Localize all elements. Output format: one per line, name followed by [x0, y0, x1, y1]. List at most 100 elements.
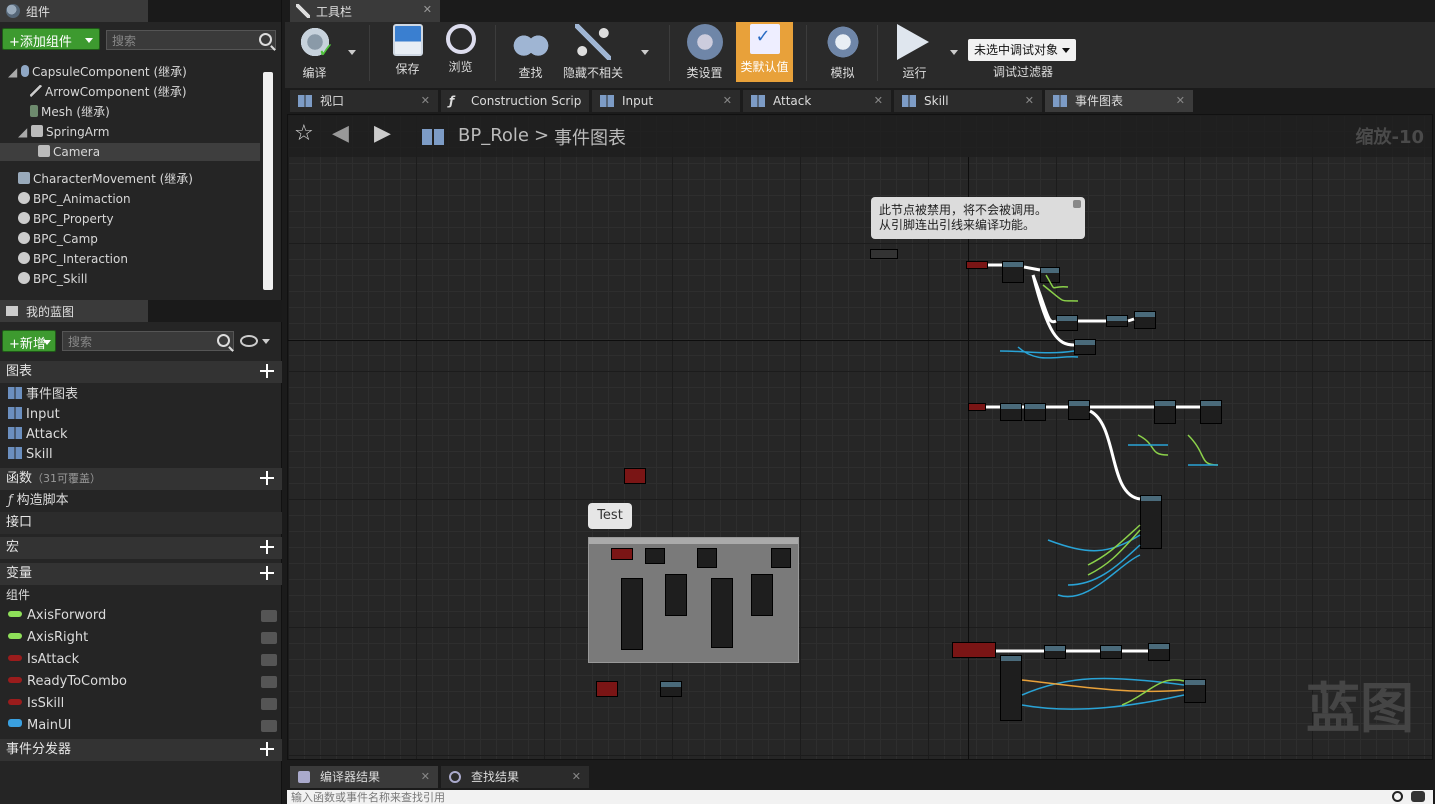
tree-item-mesh[interactable]: Mesh (继承)	[30, 103, 110, 121]
play-options-chevron-icon[interactable]	[950, 50, 958, 55]
graph-item-eventgraph[interactable]: 事件图表	[0, 385, 282, 405]
tab-components[interactable]: 组件	[0, 0, 148, 22]
blueprint-node[interactable]	[711, 578, 733, 648]
compile-button[interactable]: ✓ 编译	[287, 22, 342, 82]
macros-category[interactable]: 宏	[0, 537, 282, 559]
simulate-button[interactable]: 模拟	[815, 22, 870, 82]
class-settings-button[interactable]: 类设置	[677, 22, 732, 82]
camera-icon	[38, 145, 50, 157]
variable-row[interactable]: ReadyToCombo	[0, 672, 282, 692]
close-icon[interactable]: ✕	[423, 3, 432, 16]
visibility-eye-icon[interactable]	[261, 610, 277, 622]
variable-name: ReadyToCombo	[27, 674, 127, 689]
variable-row[interactable]: MainUI	[0, 716, 282, 736]
close-icon[interactable]: ✕	[1025, 90, 1034, 112]
hide-unrelated-options-chevron-icon[interactable]	[641, 50, 649, 55]
doc-tab-input[interactable]: Input ✕	[592, 90, 740, 112]
close-icon[interactable]: ✕	[723, 90, 732, 112]
event-graph-canvas[interactable]: ☆ ◀ ▶ BP_Role > 事件图表 缩放-10 此节点被禁用，将不会被调用…	[287, 114, 1433, 760]
variable-row[interactable]: IsAttack	[0, 650, 282, 670]
hide-unrelated-button[interactable]: 隐藏不相关	[557, 22, 629, 82]
close-icon[interactable]: ✕	[874, 90, 883, 112]
add-component-button[interactable]: +添加组件	[2, 28, 100, 50]
dispatchers-category[interactable]: 事件分发器	[0, 739, 282, 761]
visibility-eye-icon[interactable]	[261, 632, 277, 644]
play-button[interactable]: 运行	[887, 22, 942, 82]
tab-toolbar[interactable]: 工具栏 ✕	[290, 0, 440, 22]
add-function-plus-icon[interactable]	[260, 471, 274, 485]
blueprint-node[interactable]	[660, 681, 682, 697]
tree-item-bpc-camp[interactable]: BPC_Camp	[18, 230, 98, 248]
comment-title-bubble[interactable]: Test	[588, 503, 632, 529]
tree-item-bpc-anim[interactable]: BPC_Animaction	[18, 190, 131, 208]
graph-item-input[interactable]: Input	[0, 405, 282, 425]
doc-tab-viewport[interactable]: 视口 ✕	[290, 90, 438, 112]
components-search-input[interactable]: 搜索	[106, 30, 276, 50]
variable-row[interactable]: AxisRight	[0, 628, 282, 648]
tab-my-blueprint[interactable]: 我的蓝图	[0, 300, 148, 322]
doc-tab-skill[interactable]: Skill ✕	[894, 90, 1042, 112]
viewport-icon	[298, 95, 312, 107]
blueprint-node[interactable]	[611, 548, 633, 560]
variable-row[interactable]: AxisForword	[0, 606, 282, 626]
tree-item-charmove[interactable]: CharacterMovement (继承)	[18, 170, 193, 188]
event-node[interactable]	[596, 681, 618, 697]
doc-tab-eventgraph[interactable]: 事件图表 ✕	[1045, 90, 1193, 112]
blueprint-node[interactable]	[771, 548, 791, 568]
new-button[interactable]: +新增	[2, 330, 56, 352]
event-node[interactable]	[624, 468, 646, 484]
comment-box[interactable]	[588, 537, 799, 663]
add-graph-plus-icon[interactable]	[260, 364, 274, 378]
close-icon[interactable]: ✕	[1176, 90, 1185, 112]
myblueprint-search-input[interactable]: 搜索	[62, 331, 234, 351]
visibility-eye-icon[interactable]	[261, 698, 277, 710]
add-dispatcher-plus-icon[interactable]	[260, 742, 274, 756]
tree-item-capsule[interactable]: ◢ CapsuleComponent (继承)	[8, 63, 187, 81]
variables-category[interactable]: 变量	[0, 563, 282, 585]
visibility-eye-icon[interactable]	[261, 676, 277, 688]
functions-category[interactable]: 函数（31可覆盖）	[0, 468, 282, 490]
tree-item-bpc-inter[interactable]: BPC_Interaction	[18, 250, 128, 268]
visibility-eye-icon[interactable]	[261, 654, 277, 666]
tree-item-springarm[interactable]: ◢ SpringArm	[18, 123, 109, 141]
graph-item-attack[interactable]: Attack	[0, 425, 282, 445]
find-button[interactable]: 查找	[503, 22, 558, 82]
doc-tab-attack[interactable]: Attack ✕	[743, 90, 891, 112]
components-tabbar: 组件	[0, 0, 281, 22]
graphs-category[interactable]: 图表	[0, 361, 282, 383]
tree-item-arrow[interactable]: ArrowComponent (继承)	[30, 83, 187, 101]
variables-components-subheader[interactable]: 组件	[0, 585, 282, 605]
close-icon[interactable]: ✕	[421, 766, 430, 788]
browse-button[interactable]: 浏览	[433, 22, 488, 82]
interfaces-category[interactable]: 接口	[0, 512, 282, 534]
tree-item-camera[interactable]: Camera	[0, 143, 260, 161]
compile-options-chevron-icon[interactable]	[348, 50, 356, 55]
blueprint-node[interactable]	[621, 578, 643, 650]
tree-item-bpc-skill[interactable]: BPC_Skill	[18, 270, 87, 288]
blueprint-node[interactable]	[697, 548, 717, 568]
add-variable-plus-icon[interactable]	[260, 566, 274, 580]
variable-row[interactable]: IsSkill	[0, 694, 282, 714]
blueprint-node[interactable]	[665, 574, 687, 616]
save-button[interactable]: 保存	[380, 22, 435, 82]
function-item-construction[interactable]: ƒ 构造脚本	[0, 491, 282, 511]
blueprint-node[interactable]	[751, 574, 773, 616]
tree-item-bpc-prop[interactable]: BPC_Property	[18, 210, 114, 228]
add-macro-plus-icon[interactable]	[260, 540, 274, 554]
chevron-down-icon[interactable]	[262, 339, 270, 344]
blueprint-node[interactable]	[645, 548, 665, 564]
visibility-eye-icon[interactable]	[261, 720, 277, 732]
class-defaults-button[interactable]: ✓ 类默认值	[736, 22, 793, 82]
graph-item-skill[interactable]: Skill	[0, 445, 282, 465]
doc-tab-construction[interactable]: ƒ Construction Scrip	[441, 90, 589, 112]
find-results-search-input[interactable]: 输入函数或事件名称来查找引用	[287, 790, 1433, 804]
binoculars-icon[interactable]	[1411, 791, 1425, 802]
close-icon[interactable]: ✕	[572, 766, 581, 788]
components-scrollbar[interactable]	[263, 72, 273, 290]
search-icon[interactable]	[1392, 791, 1403, 802]
view-options-eye-icon[interactable]	[240, 335, 258, 347]
tab-compiler-results[interactable]: 编译器结果 ✕	[290, 766, 438, 788]
debug-filter-select[interactable]: 未选中调试对象	[968, 39, 1076, 61]
tab-find-results[interactable]: 查找结果 ✕	[441, 766, 589, 788]
close-icon[interactable]: ✕	[421, 90, 430, 112]
